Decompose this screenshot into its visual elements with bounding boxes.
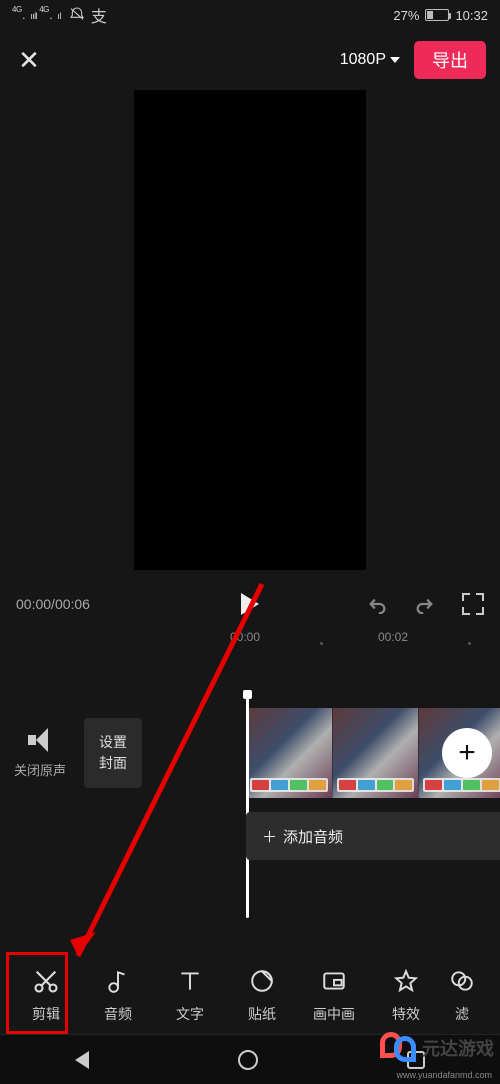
alipay-icon: 支	[91, 3, 107, 27]
resolution-selector[interactable]: 1080P	[340, 51, 400, 69]
watermark: 元达游戏	[378, 1028, 494, 1068]
timeline-ruler[interactable]: 00:00 00:02	[0, 630, 500, 658]
watermark-url: www.yuandafanmd.com	[396, 1070, 492, 1080]
add-audio-track[interactable]: ＋ 添加音频	[246, 812, 500, 860]
timeline[interactable]: 关闭原声 设置封面 + ＋ 添加音频	[0, 658, 500, 928]
playback-controls: 00:00/00:06	[0, 584, 500, 624]
tool-text[interactable]: 文字	[154, 966, 226, 1024]
watermark-logo	[378, 1028, 418, 1068]
tool-label: 滤	[455, 1004, 469, 1024]
speaker-icon	[26, 728, 54, 752]
ruler-dot	[468, 642, 471, 645]
signal-2: 4G．ıl	[39, 8, 61, 22]
tool-sticker[interactable]: 贴纸	[226, 966, 298, 1024]
redo-button[interactable]	[414, 594, 436, 614]
play-button[interactable]	[241, 593, 259, 615]
tool-label: 文字	[176, 1004, 204, 1024]
tool-filter[interactable]: 滤	[442, 966, 482, 1024]
text-icon	[175, 966, 205, 996]
chevron-down-icon	[390, 57, 400, 63]
mute-label: 关闭原声	[14, 760, 66, 779]
scissors-icon	[31, 966, 61, 996]
add-clip-button[interactable]: +	[442, 728, 492, 778]
sticker-icon	[247, 966, 277, 996]
clock: 10:32	[455, 8, 488, 23]
status-bar: 4G．ııll 4G．ıl 支 27% 10:32	[0, 0, 500, 30]
add-audio-label: 添加音频	[283, 826, 343, 847]
undo-button[interactable]	[366, 594, 388, 614]
signal-1: 4G．ııll	[12, 8, 37, 22]
status-right: 27% 10:32	[393, 8, 488, 23]
nav-back[interactable]	[75, 1051, 89, 1069]
battery-icon	[425, 9, 449, 21]
tool-label: 画中画	[313, 1004, 355, 1024]
music-note-icon	[103, 966, 133, 996]
resolution-value: 1080P	[340, 51, 386, 69]
tool-label: 剪辑	[32, 1004, 60, 1024]
battery-pct: 27%	[393, 8, 419, 23]
close-button[interactable]: ✕	[14, 45, 44, 76]
mute-original-button[interactable]: 关闭原声	[14, 728, 66, 779]
watermark-text: 元达游戏	[422, 1035, 494, 1061]
pip-icon	[319, 966, 349, 996]
nav-home[interactable]	[238, 1050, 258, 1070]
fullscreen-button[interactable]	[462, 593, 484, 615]
export-button[interactable]: 导出	[414, 41, 486, 79]
ruler-tick-0: 00:00	[230, 630, 260, 644]
tool-effects[interactable]: 特效	[370, 966, 442, 1024]
video-frame	[134, 90, 366, 570]
tool-cut[interactable]: 剪辑	[10, 966, 82, 1024]
time-display: 00:00/00:06	[16, 596, 90, 612]
ruler-dot	[320, 642, 323, 645]
tool-label: 特效	[392, 1004, 420, 1024]
star-icon	[391, 966, 421, 996]
tool-label: 贴纸	[248, 1004, 276, 1024]
video-preview[interactable]	[0, 90, 500, 570]
filter-icon	[447, 966, 477, 996]
tool-label: 音频	[104, 1004, 132, 1024]
bottom-toolbar: 剪辑 音频 文字 贴纸 画中画 特效 滤	[0, 956, 500, 1034]
mute-icon	[69, 6, 85, 25]
top-bar: ✕ 1080P 导出	[0, 30, 500, 90]
set-cover-button[interactable]: 设置封面	[84, 718, 142, 788]
plus-icon: ＋	[262, 826, 277, 847]
ruler-tick-1: 00:02	[378, 630, 408, 644]
tool-pip[interactable]: 画中画	[298, 966, 370, 1024]
status-left: 4G．ııll 4G．ıl 支	[12, 3, 107, 27]
tool-audio[interactable]: 音频	[82, 966, 154, 1024]
playhead[interactable]	[246, 692, 249, 918]
